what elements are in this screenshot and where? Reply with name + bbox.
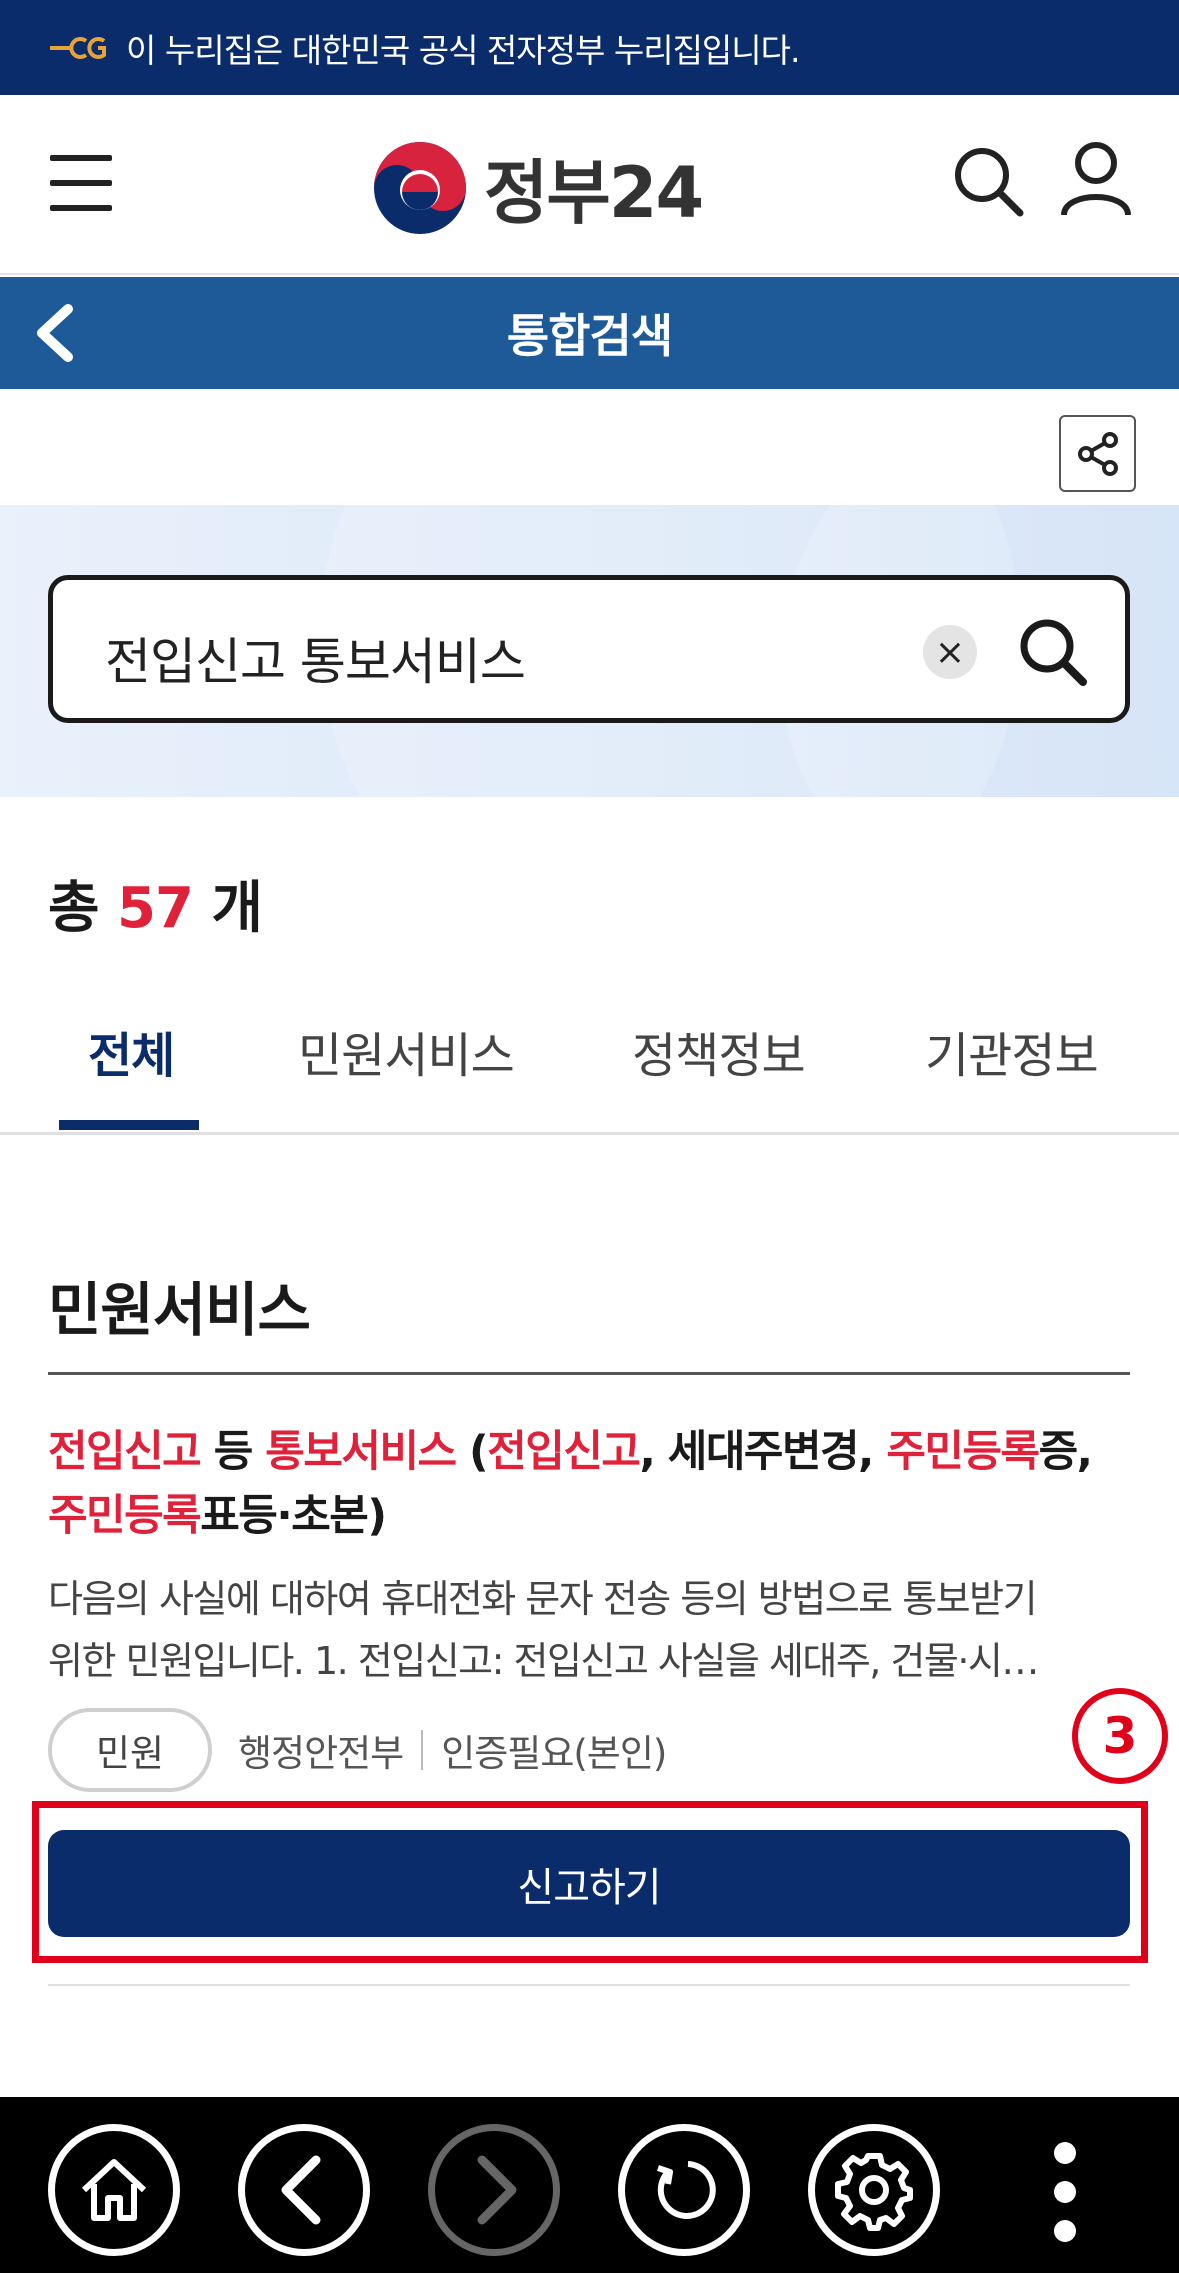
tab-civil-services[interactable]: 민원서비스: [298, 1016, 515, 1086]
tab-policy-info[interactable]: 정책정보: [632, 1016, 806, 1086]
meta-separator: [421, 1730, 424, 1770]
tab-agency-info[interactable]: 기관정보: [925, 1016, 1099, 1086]
result-item-description: 다음의 사실에 대하여 휴대전화 문자 전송 등의 방법으로 통보받기 위한 민…: [48, 1568, 1130, 1692]
gov-official-banner: 이 누리집은 대한민국 공식 전자정부 누리집입니다.: [0, 0, 1179, 95]
share-icon: [1077, 431, 1118, 476]
active-tab-indicator: [59, 1120, 199, 1130]
site-header: 정부24: [0, 95, 1179, 275]
search-query-text[interactable]: 전입신고 통보서비스: [105, 622, 526, 694]
refresh-icon[interactable]: [618, 2124, 750, 2256]
result-tabs: 전체 민원서비스 정책정보 기관정보: [0, 990, 1179, 1135]
report-button[interactable]: 신고하기: [48, 1830, 1130, 1937]
forward-arrow-icon[interactable]: [428, 2124, 560, 2256]
taegeuk-logo-icon: [374, 141, 466, 234]
browser-bottom-nav: [0, 2097, 1179, 2273]
category-badge: 민원: [48, 1708, 212, 1792]
back-chevron-icon[interactable]: [30, 303, 80, 363]
site-logo[interactable]: 정부24: [372, 137, 704, 238]
section-title: 민원서비스: [48, 1276, 311, 1344]
search-icon[interactable]: [950, 143, 1026, 219]
page-title: 통합검색: [506, 309, 673, 363]
search-submit-icon[interactable]: [1013, 612, 1093, 692]
page-title-bar: 통합검색: [0, 277, 1179, 389]
result-item-meta: 민원 행정안전부 인증필요(본인): [48, 1708, 667, 1792]
agency-name: 행정안전부: [238, 1732, 404, 1775]
result-total: 총 57 개: [48, 863, 263, 944]
gov-emblem-icon: [50, 36, 106, 59]
total-count: 57: [117, 876, 194, 941]
share-button[interactable]: [1059, 415, 1136, 492]
description-line-1: 다음의 사실에 대하여 휴대전화 문자 전송 등의 방법으로 통보받기: [48, 1577, 1038, 1621]
item-divider: [48, 1984, 1130, 1986]
tab-all[interactable]: 전체: [88, 1016, 175, 1086]
gov-banner-text: 이 누리집은 대한민국 공식 전자정부 누리집입니다.: [126, 30, 800, 70]
total-prefix: 총: [48, 876, 100, 941]
user-profile-icon[interactable]: [1058, 139, 1134, 219]
logo-text: 정부24: [484, 152, 704, 234]
settings-gear-icon[interactable]: [808, 2124, 940, 2256]
auth-requirement: 인증필요(본인): [441, 1732, 667, 1775]
description-line-2: 위한 민원입니다. 1. 전입신고: 전입신고 사실을 세대주, 건물·시…: [48, 1639, 1039, 1683]
search-input[interactable]: 전입신고 통보서비스 ×: [48, 575, 1130, 723]
back-arrow-icon[interactable]: [238, 2124, 370, 2256]
hamburger-menu-icon[interactable]: [50, 155, 116, 211]
result-item-title[interactable]: 전입신고 등 통보서비스 (전입신고, 세대주변경, 주민등록증, 주민등록표등…: [48, 1420, 1138, 1548]
total-suffix: 개: [211, 876, 263, 941]
more-vertical-icon[interactable]: [1040, 2142, 1090, 2242]
clear-search-icon[interactable]: ×: [923, 625, 977, 679]
section-divider: [48, 1372, 1130, 1375]
home-icon[interactable]: [48, 2124, 180, 2256]
step-number-marker: 3: [1072, 1688, 1168, 1784]
